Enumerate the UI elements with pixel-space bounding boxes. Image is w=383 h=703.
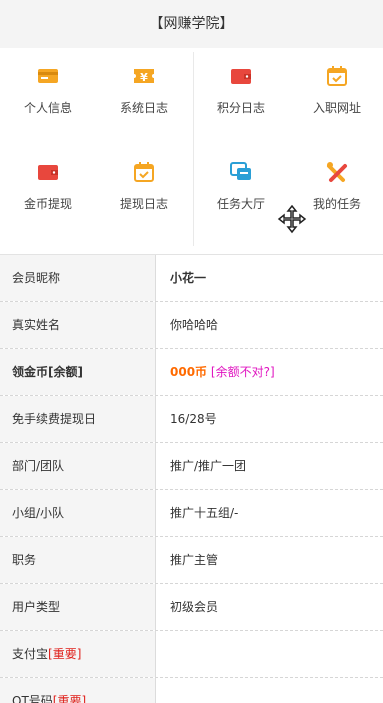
row-key: QT号码[重要] — [0, 678, 155, 703]
menu-item-label: 系统日志 — [119, 101, 168, 115]
balance-wrong-link[interactable]: [余额不对?] — [211, 365, 275, 379]
table-row: 部门/团队 推广/推广一团 — [0, 443, 383, 490]
menu-item-coin-withdraw[interactable]: 金币提现 — [0, 144, 96, 214]
menu-item-label: 积分日志 — [216, 101, 265, 115]
menu-item-label: 任务大厅 — [216, 197, 265, 211]
table-row: 真实姓名 你哈哈哈 — [0, 302, 383, 349]
menu-item-points-log[interactable]: 积分日志 — [193, 48, 289, 118]
tools-icon — [327, 162, 347, 182]
row-key: 支付宝[重要] — [0, 631, 155, 677]
department-value: 推广/推广一团 — [170, 459, 247, 473]
menu-item-label: 金币提现 — [23, 197, 72, 211]
menu-item-task-hall[interactable]: 任务大厅 — [193, 144, 289, 214]
row-key: 领金币[余额] — [0, 349, 155, 395]
table-row: 领金币[余额] 000币 [余额不对?] — [0, 349, 383, 396]
wallet-icon — [38, 165, 58, 180]
menu-item-label: 个人信息 — [23, 101, 72, 115]
row-key: 免手续费提现日 — [0, 396, 155, 442]
row-key: 小组/小队 — [0, 490, 155, 536]
position-value: 推广主管 — [170, 553, 219, 567]
row-key: 部门/团队 — [0, 443, 155, 489]
table-row: QT号码[重要] — [0, 678, 383, 703]
row-key: 真实姓名 — [0, 302, 155, 348]
table-row: 免手续费提现日 16/28号 — [0, 396, 383, 443]
profile-table: 会员昵称 小花一 真实姓名 你哈哈哈 领金币[余额] 000币 [余额不对?] … — [0, 254, 383, 703]
free-withdraw-day-value: 16/28号 — [170, 412, 217, 426]
page-title: 【网赚学院】 — [149, 16, 234, 32]
menu-item-system-log[interactable]: ¥ 系统日志 — [96, 48, 192, 118]
menu-item-label: 提现日志 — [119, 197, 168, 211]
menu-item-onboarding-url[interactable]: 入职网址 — [289, 48, 383, 118]
menu-item-label: 入职网址 — [312, 101, 361, 115]
table-row: 会员昵称 小花一 — [0, 255, 383, 302]
page-header: 【网赚学院】 — [0, 0, 383, 48]
id-card-icon — [38, 69, 58, 83]
yen-ticket-icon: ¥ — [134, 69, 154, 84]
nickname-value: 小花一 — [170, 271, 207, 285]
user-type-value: 初级会员 — [170, 600, 219, 614]
table-row: 用户类型 初级会员 — [0, 584, 383, 631]
menu-item-my-tasks[interactable]: 我的任务 — [289, 144, 383, 214]
move-cursor-icon — [277, 205, 307, 234]
calendar-check-icon — [327, 66, 347, 86]
balance-value: 000币 [余额不对?] — [170, 349, 275, 395]
calendar-check-icon — [134, 162, 154, 182]
menu-item-withdraw-log[interactable]: 提现日志 — [96, 144, 192, 214]
table-row: 职务 推广主管 — [0, 537, 383, 584]
group-value: 推广十五组/- — [170, 506, 239, 520]
row-key: 会员昵称 — [0, 255, 155, 301]
menu-item-personal-info[interactable]: 个人信息 — [0, 48, 96, 118]
wallet-icon — [231, 69, 251, 84]
alipay-label: 支付宝 — [12, 647, 49, 661]
table-row: 支付宝[重要] — [0, 631, 383, 678]
real-name-value: 你哈哈哈 — [170, 318, 219, 332]
row-key: 用户类型 — [0, 584, 155, 630]
balance-amount: 000币 — [170, 365, 208, 379]
row-key: 职务 — [0, 537, 155, 583]
chat-message-icon — [230, 162, 251, 180]
menu-grid: 个人信息 ¥ 系统日志 积分日志 入职网址 金币提现 提现日志 任务大厅 我的任… — [0, 48, 383, 254]
table-row: 小组/小队 推广十五组/- — [0, 490, 383, 537]
important-tag: [重要] — [48, 647, 82, 661]
svg-text:¥: ¥ — [140, 71, 148, 84]
